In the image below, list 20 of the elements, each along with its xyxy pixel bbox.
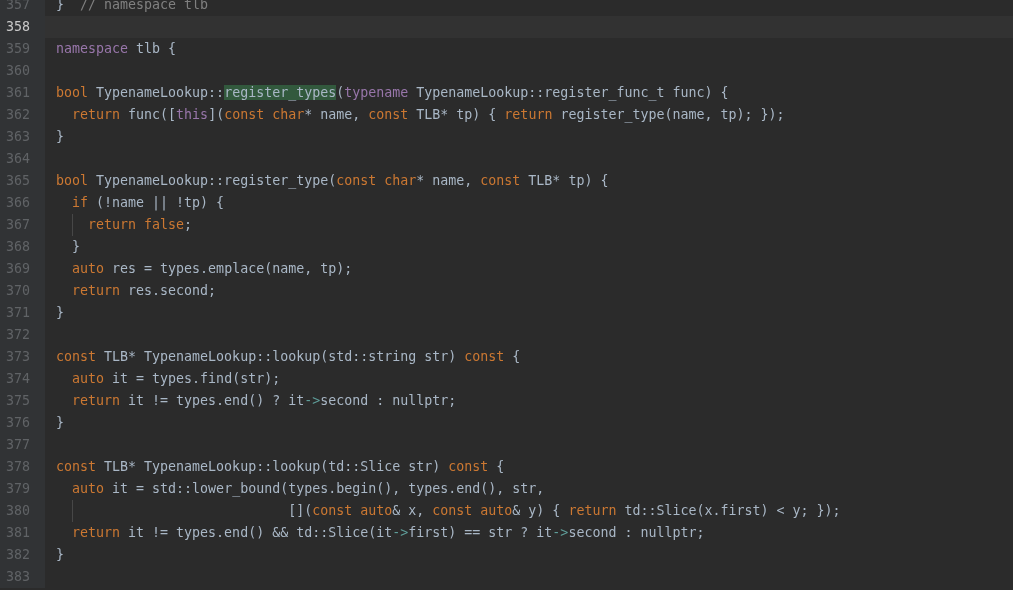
code-line: if (!name || !tp) { — [71, 194, 226, 213]
code-line: bool TypenameLookup::register_types(typename TypenameLookup::register_func_t func) { — [55, 84, 730, 103]
code-line: [](const auto& x, const auto& y) { return td::Slice(x.first) < y; }); — [45, 500, 1013, 522]
code-line: auto it = std::lower_bound(types.begin(), types.end(), str, — [71, 480, 546, 499]
code-line: } — [55, 414, 65, 432]
code-line: } — [71, 238, 82, 256]
code-line: const TLB* TypenameLookup::lookup(std::string str) const { — [55, 348, 522, 366]
code-line: bool TypenameLookup::register_type(const char* name, const TLB* tp) { — [55, 172, 610, 191]
code-line: auto it = types.find(str); — [71, 370, 282, 388]
code-line: return false; — [45, 214, 1013, 236]
code-line: namespace tlb { — [55, 40, 178, 58]
code-line: auto res = types.emplace(name, tp); — [71, 260, 354, 278]
code-line: return it != types.end() ? it->second : nullptr; — [71, 392, 458, 410]
code-line: return func([this](const char* name, const TLB* tp) { return register_type(name, tp); }); — [71, 106, 786, 125]
code-line: } — [55, 546, 65, 564]
code-line: return res.second; — [71, 282, 218, 300]
code-line: const TLB* TypenameLookup::lookup(td::Slice str) const { — [55, 458, 506, 476]
code-line: } — [55, 304, 65, 322]
code-line: return it != types.end() && td::Slice(it->first) == str ? it->second : nullptr; — [71, 524, 706, 542]
code-line: } — [55, 128, 65, 146]
